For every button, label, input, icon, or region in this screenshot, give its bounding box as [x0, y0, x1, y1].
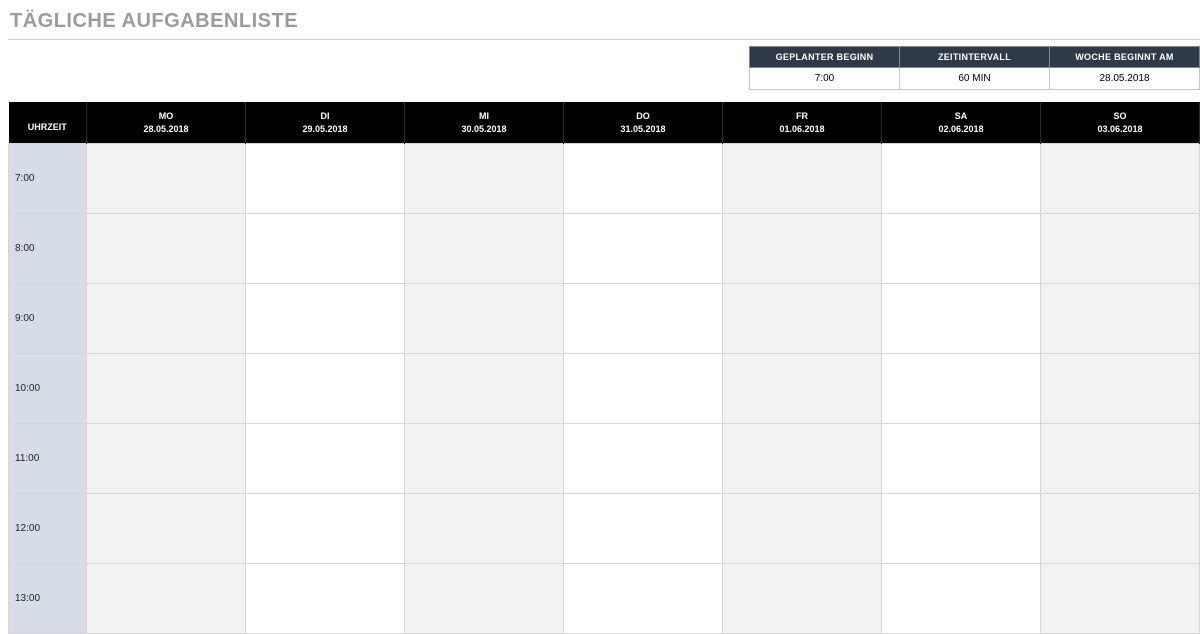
- day-header-mi: MI 30.05.2018: [405, 102, 564, 144]
- day-abbr: MI: [409, 110, 559, 123]
- schedule-cell[interactable]: [246, 214, 405, 284]
- schedule-cell[interactable]: [87, 354, 246, 424]
- schedule-cell[interactable]: [882, 424, 1041, 494]
- schedule-row: 7:00: [9, 144, 1200, 214]
- settings-value-time-interval[interactable]: 60 MIN: [900, 68, 1050, 90]
- schedule-cell[interactable]: [87, 284, 246, 354]
- schedule-cell[interactable]: [564, 214, 723, 284]
- schedule-cell[interactable]: [1041, 354, 1200, 424]
- schedule-cell[interactable]: [882, 144, 1041, 214]
- schedule-cell[interactable]: [564, 494, 723, 564]
- schedule-row: 9:00: [9, 284, 1200, 354]
- schedule-cell[interactable]: [405, 354, 564, 424]
- schedule-cell[interactable]: [1041, 494, 1200, 564]
- day-header-di: DI 29.05.2018: [246, 102, 405, 144]
- schedule-cell[interactable]: [246, 494, 405, 564]
- day-header-fr: FR 01.06.2018: [723, 102, 882, 144]
- schedule-cell[interactable]: [1041, 424, 1200, 494]
- time-label-cell: 8:00: [9, 214, 87, 284]
- day-date: 01.06.2018: [727, 123, 877, 136]
- day-abbr: SO: [1045, 110, 1195, 123]
- time-label-cell: 7:00: [9, 144, 87, 214]
- settings-value-planned-start[interactable]: 7:00: [750, 68, 900, 90]
- schedule-cell[interactable]: [246, 564, 405, 634]
- schedule-cell[interactable]: [405, 144, 564, 214]
- schedule-row: 10:00: [9, 354, 1200, 424]
- schedule-cell[interactable]: [882, 284, 1041, 354]
- schedule-cell[interactable]: [1041, 284, 1200, 354]
- schedule-cell[interactable]: [723, 284, 882, 354]
- schedule-cell[interactable]: [564, 284, 723, 354]
- schedule-cell[interactable]: [564, 144, 723, 214]
- schedule-cell[interactable]: [405, 424, 564, 494]
- schedule-cell[interactable]: [723, 564, 882, 634]
- settings-table: GEPLANTER BEGINN ZEITINTERVALL WOCHE BEG…: [749, 46, 1200, 90]
- schedule-cell[interactable]: [246, 284, 405, 354]
- day-abbr: DI: [250, 110, 400, 123]
- schedule-cell[interactable]: [723, 494, 882, 564]
- settings-header-planned-start: GEPLANTER BEGINN: [750, 47, 900, 68]
- schedule-header-row: UHRZEIT MO 28.05.2018 DI 29.05.2018 MI 3…: [9, 102, 1200, 144]
- schedule-cell[interactable]: [87, 214, 246, 284]
- schedule-cell[interactable]: [882, 564, 1041, 634]
- day-header-so: SO 03.06.2018: [1041, 102, 1200, 144]
- schedule-grid: UHRZEIT MO 28.05.2018 DI 29.05.2018 MI 3…: [8, 102, 1200, 634]
- schedule-cell[interactable]: [87, 424, 246, 494]
- day-date: 02.06.2018: [886, 123, 1036, 136]
- schedule-cell[interactable]: [564, 354, 723, 424]
- schedule-container: UHRZEIT MO 28.05.2018 DI 29.05.2018 MI 3…: [8, 102, 1200, 634]
- day-date: 29.05.2018: [250, 123, 400, 136]
- schedule-cell[interactable]: [882, 494, 1041, 564]
- schedule-cell[interactable]: [723, 144, 882, 214]
- schedule-cell[interactable]: [87, 564, 246, 634]
- settings-bar: GEPLANTER BEGINN ZEITINTERVALL WOCHE BEG…: [8, 46, 1200, 90]
- schedule-cell[interactable]: [1041, 144, 1200, 214]
- day-header-mo: MO 28.05.2018: [87, 102, 246, 144]
- day-abbr: MO: [91, 110, 241, 123]
- time-label-cell: 12:00: [9, 494, 87, 564]
- schedule-cell[interactable]: [87, 494, 246, 564]
- day-abbr: SA: [886, 110, 1036, 123]
- day-date: 31.05.2018: [568, 123, 718, 136]
- schedule-cell[interactable]: [246, 424, 405, 494]
- day-header-do: DO 31.05.2018: [564, 102, 723, 144]
- day-date: 28.05.2018: [91, 123, 241, 136]
- schedule-cell[interactable]: [1041, 564, 1200, 634]
- schedule-cell[interactable]: [87, 144, 246, 214]
- time-label-cell: 10:00: [9, 354, 87, 424]
- schedule-cell[interactable]: [405, 284, 564, 354]
- schedule-cell[interactable]: [882, 354, 1041, 424]
- schedule-row: 13:00: [9, 564, 1200, 634]
- day-date: 30.05.2018: [409, 123, 559, 136]
- schedule-cell[interactable]: [246, 354, 405, 424]
- settings-value-week-starts[interactable]: 28.05.2018: [1050, 68, 1200, 90]
- day-abbr: DO: [568, 110, 718, 123]
- schedule-cell[interactable]: [564, 564, 723, 634]
- schedule-row: 8:00: [9, 214, 1200, 284]
- schedule-cell[interactable]: [882, 214, 1041, 284]
- schedule-cell[interactable]: [1041, 214, 1200, 284]
- time-label-cell: 13:00: [9, 564, 87, 634]
- schedule-cell[interactable]: [723, 214, 882, 284]
- day-header-sa: SA 02.06.2018: [882, 102, 1041, 144]
- schedule-cell[interactable]: [405, 494, 564, 564]
- schedule-cell[interactable]: [723, 424, 882, 494]
- schedule-cell[interactable]: [405, 564, 564, 634]
- time-label-cell: 11:00: [9, 424, 87, 494]
- schedule-cell[interactable]: [246, 144, 405, 214]
- page-title: TÄGLICHE AUFGABENLISTE: [8, 10, 1200, 33]
- day-date: 03.06.2018: [1045, 123, 1195, 136]
- schedule-cell[interactable]: [405, 214, 564, 284]
- settings-header-week-starts: WOCHE BEGINNT AM: [1050, 47, 1200, 68]
- schedule-row: 11:00: [9, 424, 1200, 494]
- schedule-row: 12:00: [9, 494, 1200, 564]
- title-divider: [8, 39, 1200, 40]
- schedule-cell[interactable]: [564, 424, 723, 494]
- time-column-header: UHRZEIT: [9, 102, 87, 144]
- day-abbr: FR: [727, 110, 877, 123]
- schedule-cell[interactable]: [723, 354, 882, 424]
- time-label-cell: 9:00: [9, 284, 87, 354]
- settings-header-time-interval: ZEITINTERVALL: [900, 47, 1050, 68]
